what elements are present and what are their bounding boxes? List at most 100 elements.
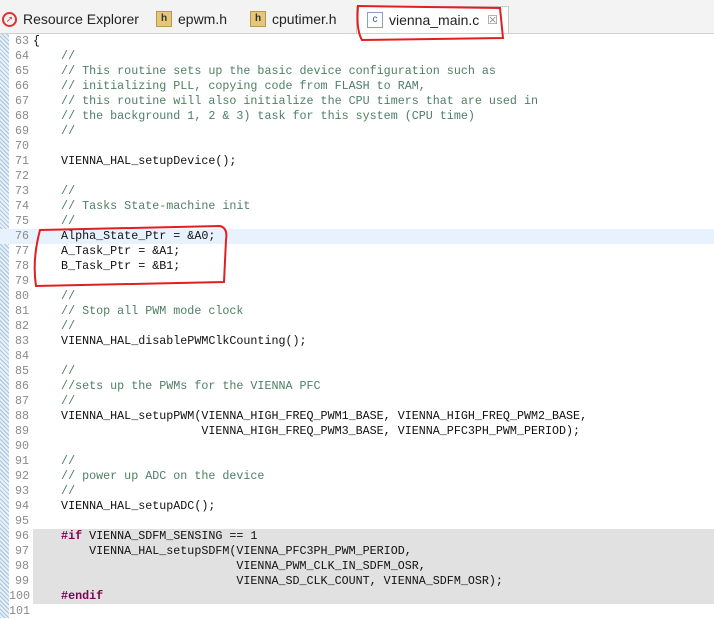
line-number: 95 [14,514,29,528]
code-line[interactable]: 75 // [0,214,714,229]
code-text: Alpha_State_Ptr = &A0; [33,229,215,244]
line-number: 98 [14,559,29,573]
line-number: 96 [14,529,29,543]
code-content: VIENNA_HAL_setupSDFM(VIENNA_PFC3PH_PWM_P… [33,544,412,558]
code-text: // [33,484,75,499]
line-number: 82 [14,319,29,333]
line-number: 87 [14,394,29,408]
code-line[interactable]: 81 // Stop all PWM mode clock [0,304,714,319]
code-line[interactable]: 79 [0,274,714,289]
line-number: 70 [14,139,29,153]
code-line[interactable]: 72 [0,169,714,184]
code-line[interactable]: 89 VIENNA_HIGH_FREQ_PWM3_BASE, VIENNA_PF… [0,424,714,439]
code-line[interactable]: 88 VIENNA_HAL_setupPWM(VIENNA_HIGH_FREQ_… [0,409,714,424]
code-text: VIENNA_HIGH_FREQ_PWM3_BASE, VIENNA_PFC3P… [33,424,580,439]
tab-resource-explorer[interactable]: ➚ Resource Explorer [2,6,139,32]
line-number: 69 [14,124,29,138]
code-line[interactable]: 82 // [0,319,714,334]
code-line[interactable]: 77 A_Task_Ptr = &A1; [0,244,714,259]
code-line[interactable]: 70 [0,139,714,154]
code-text: VIENNA_HAL_setupDevice(); [33,154,236,169]
code-line[interactable]: 90 [0,439,714,454]
code-content: // [33,289,76,303]
code-line[interactable]: 91 // [0,454,714,469]
code-content: A_Task_Ptr = &A1; [33,244,181,258]
code-line[interactable]: 80 // [0,289,714,304]
preprocessor-keyword: #endif [33,589,104,603]
line-number: 72 [14,169,29,183]
code-line[interactable]: 84 [0,349,714,364]
code-content: // [33,124,76,138]
code-line[interactable]: 66 // initializing PLL, copying code fro… [0,79,714,94]
code-content: VIENNA_SD_CLK_COUNT, VIENNA_SDFM_OSR); [33,574,503,588]
code-line[interactable]: 96 #if VIENNA_SDFM_SENSING == 1 [0,529,714,544]
code-line[interactable]: 71 VIENNA_HAL_setupDevice(); [0,154,714,169]
code-line[interactable]: 86 //sets up the PWMs for the VIENNA PFC [0,379,714,394]
code-line[interactable]: 100 #endif [0,589,714,604]
line-number: 86 [14,379,29,393]
code-line[interactable]: 83 VIENNA_HAL_disablePWMClkCounting(); [0,334,714,349]
code-line[interactable]: 101 [0,604,714,619]
line-number: 79 [14,274,29,288]
code-editor[interactable]: 63{64 //65 // This routine sets up the b… [0,34,714,619]
code-line[interactable]: 93 // [0,484,714,499]
code-line[interactable]: 87 // [0,394,714,409]
line-number: 68 [14,109,29,123]
code-line[interactable]: 68 // the background 1, 2 & 3) task for … [0,109,714,124]
code-line[interactable]: 99 VIENNA_SD_CLK_COUNT, VIENNA_SDFM_OSR)… [0,574,714,589]
code-text: // Tasks State-machine init [33,199,250,214]
code-text: // [33,289,75,304]
code-line[interactable]: 98 VIENNA_PWM_CLK_IN_SDFM_OSR, [0,559,714,574]
code-line[interactable]: 65 // This routine sets up the basic dev… [0,64,714,79]
code-line[interactable]: 95 [0,514,714,529]
code-text: // [33,394,75,409]
code-line[interactable]: 74 // Tasks State-machine init [0,199,714,214]
code-content: //sets up the PWMs for the VIENNA PFC [33,379,321,393]
code-content: VIENNA_HIGH_FREQ_PWM3_BASE, VIENNA_PFC3P… [33,424,581,438]
line-number: 66 [14,79,29,93]
line-number: 81 [14,304,29,318]
code-line[interactable]: 92 // power up ADC on the device [0,469,714,484]
code-line[interactable]: 64 // [0,49,714,64]
code-text: VIENNA_HAL_setupPWM(VIENNA_HIGH_FREQ_PWM… [33,409,587,424]
header-file-icon: h [156,11,172,27]
code-text: #endif [33,589,103,604]
code-line[interactable]: 63 { [0,34,714,49]
code-text: // this routine will also initialize the… [33,94,538,109]
code-text: VIENNA_SD_CLK_COUNT, VIENNA_SDFM_OSR); [33,574,503,589]
tab-vienna-main-c[interactable]: c vienna_main.c ☒ [356,6,510,33]
code-line[interactable]: 73 // [0,184,714,199]
line-number: 84 [14,349,29,363]
code-line[interactable]: 85 // [0,364,714,379]
code-line[interactable]: 67 // this routine will also initialize … [0,94,714,109]
close-tab-icon[interactable]: ☒ [487,13,498,27]
code-text: // [33,454,75,469]
code-content: VIENNA_HAL_setupPWM(VIENNA_HIGH_FREQ_PWM… [33,409,588,423]
line-number: 76 [14,229,29,243]
tab-cputimer-h[interactable]: h cputimer.h [250,6,337,32]
code-content: Alpha_State_Ptr = &A0; [33,229,216,243]
line-number: 71 [14,154,29,168]
code-content: // power up ADC on the device [33,469,265,483]
code-content: { [33,34,41,48]
code-line[interactable]: 97 VIENNA_HAL_setupSDFM(VIENNA_PFC3PH_PW… [0,544,714,559]
code-content: // [33,49,76,63]
line-number: 64 [14,49,29,63]
code-content: // initializing PLL, copying code from F… [33,79,426,93]
line-number: 89 [14,424,29,438]
line-number: 73 [14,184,29,198]
code-line[interactable]: 78 B_Task_Ptr = &B1; [0,259,714,274]
code-content: VIENNA_HAL_setupADC(); [33,499,216,513]
code-content: // This routine sets up the basic device… [33,64,496,78]
tab-epwm-h[interactable]: h epwm.h [156,6,227,32]
line-number: 67 [14,94,29,108]
code-text: //sets up the PWMs for the VIENNA PFC [33,379,321,394]
line-number: 99 [14,574,29,588]
code-line[interactable]: 69 // [0,124,714,139]
code-content: // this routine will also initialize the… [33,94,538,108]
code-line[interactable]: 94 VIENNA_HAL_setupADC(); [0,499,714,514]
header-file-icon: h [250,11,266,27]
line-number: 74 [14,199,29,213]
code-line[interactable]: 76 Alpha_State_Ptr = &A0; [0,229,714,244]
code-text: { [33,34,40,49]
